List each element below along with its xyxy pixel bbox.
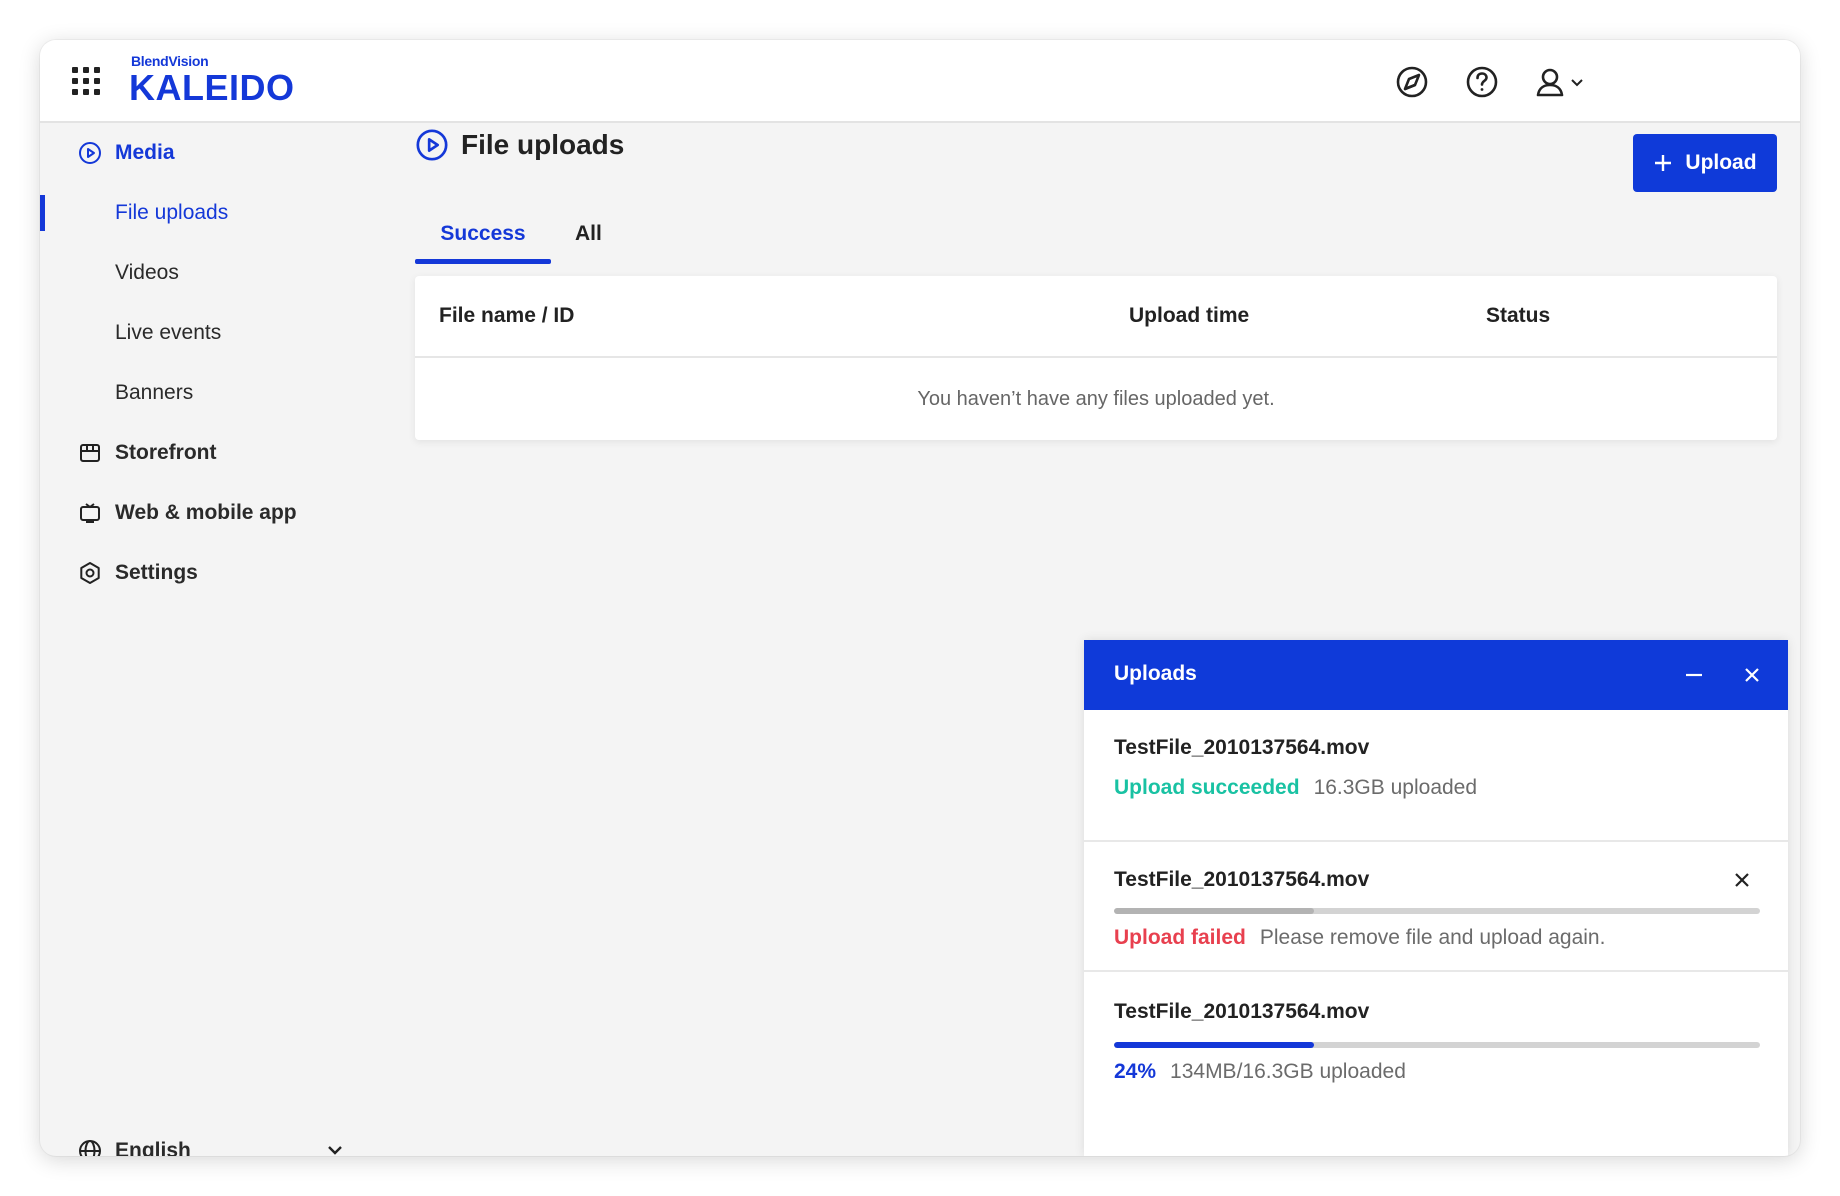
sidebar-item-label: Web & mobile app [115, 501, 297, 524]
help-icon[interactable] [1462, 62, 1502, 102]
upload-item: TestFile_2010137564.mov 24% 134MB/16.3GB… [1084, 972, 1788, 1156]
sidebar-item-videos[interactable]: Videos [40, 243, 400, 303]
close-panel-button[interactable] [1734, 657, 1770, 693]
gear-icon [80, 562, 100, 584]
sidebar-item-label: Live events [115, 321, 222, 344]
brand-logo[interactable]: KALEIDO [129, 70, 295, 106]
progress-fill [1114, 908, 1315, 914]
sidebar-section-web-mobile-app[interactable]: Web & mobile app [40, 483, 400, 543]
uploads-panel-header: Uploads [1084, 640, 1788, 710]
user-menu[interactable] [1530, 62, 1590, 102]
column-header-status[interactable]: Status [1486, 276, 1550, 356]
column-header-upload-time[interactable]: Upload time [1129, 276, 1249, 356]
chevron-down-icon [1571, 79, 1583, 87]
upload-status-success: Upload succeeded [1114, 776, 1300, 799]
app-window: BlendVision KALEIDO Media File uploads V… [40, 40, 1800, 1156]
active-indicator [40, 195, 45, 231]
sidebar-section-settings[interactable]: Settings [40, 543, 400, 603]
sidebar-item-label: Videos [115, 261, 179, 284]
upload-detail: 16.3GB uploaded [1313, 776, 1478, 799]
upload-status-failed: Upload failed [1114, 926, 1246, 949]
upload-status-row: 24% 134MB/16.3GB uploaded [1114, 1060, 1406, 1084]
sidebar-item-label: Banners [115, 381, 194, 404]
language-selector[interactable]: English [40, 1126, 400, 1156]
tv-icon [80, 503, 100, 523]
sidebar: Media File uploads Videos Live events Ba… [40, 123, 400, 1156]
app-grid-icon[interactable] [72, 67, 100, 95]
upload-detail: 134MB/16.3GB uploaded [1170, 1060, 1406, 1083]
page-title: File uploads [461, 129, 625, 160]
play-circle-icon [79, 142, 101, 164]
column-header-file-name[interactable]: File name / ID [439, 276, 574, 356]
close-icon [1735, 873, 1749, 887]
page-title-row: File uploads [415, 125, 624, 165]
plus-icon [1655, 155, 1672, 171]
uploads-panel: Uploads TestFile_2010137564.mov Upload s… [1084, 640, 1788, 1156]
sidebar-item-live-events[interactable]: Live events [40, 303, 400, 363]
upload-button-label: Upload [1685, 151, 1757, 174]
uploads-table: File name / ID Upload time Status You ha… [415, 276, 1777, 440]
remove-upload-button[interactable] [1724, 862, 1760, 898]
user-icon [1536, 68, 1564, 97]
sidebar-section-storefront[interactable]: Storefront [40, 423, 400, 483]
sidebar-section-media[interactable]: Media [40, 123, 400, 183]
empty-state-message: You haven’t have any files uploaded yet. [917, 387, 1275, 410]
upload-button[interactable]: Upload [1633, 134, 1777, 192]
progress-fill [1114, 1042, 1315, 1048]
upload-status-row: Upload failed Please remove file and upl… [1114, 926, 1605, 950]
upload-file-name: TestFile_2010137564.mov [1114, 736, 1370, 759]
top-header: BlendVision KALEIDO [40, 40, 1800, 123]
chevron-down-icon [328, 1146, 342, 1155]
upload-item: TestFile_2010137564.mov Upload failed Pl… [1084, 842, 1788, 970]
upload-percent: 24% [1114, 1060, 1157, 1083]
sidebar-item-label: Storefront [115, 441, 217, 464]
language-label: English [115, 1139, 191, 1156]
store-icon [80, 444, 100, 462]
close-icon [1745, 668, 1759, 682]
upload-progress-bar [1114, 908, 1760, 914]
sidebar-item-banners[interactable]: Banners [40, 363, 400, 423]
upload-item: TestFile_2010137564.mov Upload succeeded… [1084, 710, 1788, 840]
uploads-panel-title: Uploads [1114, 662, 1197, 685]
play-circle-icon [416, 129, 448, 161]
upload-status-row: Upload succeeded 16.3GB uploaded [1114, 776, 1477, 800]
tab-success[interactable]: Success [415, 208, 551, 264]
globe-icon [79, 1140, 101, 1156]
upload-progress-bar [1114, 1042, 1760, 1048]
upload-file-name: TestFile_2010137564.mov [1114, 868, 1370, 891]
compass-icon[interactable] [1392, 62, 1432, 102]
sidebar-item-label: Media [115, 141, 175, 164]
sidebar-item-file-uploads[interactable]: File uploads [40, 183, 400, 243]
minimize-icon [1686, 673, 1702, 677]
upload-file-name: TestFile_2010137564.mov [1114, 1000, 1370, 1023]
minimize-button[interactable] [1676, 657, 1712, 693]
tab-all[interactable]: All [575, 208, 615, 264]
sidebar-item-label: Settings [115, 561, 198, 584]
sidebar-item-label: File uploads [115, 201, 229, 224]
upload-detail: Please remove file and upload again. [1259, 926, 1606, 949]
